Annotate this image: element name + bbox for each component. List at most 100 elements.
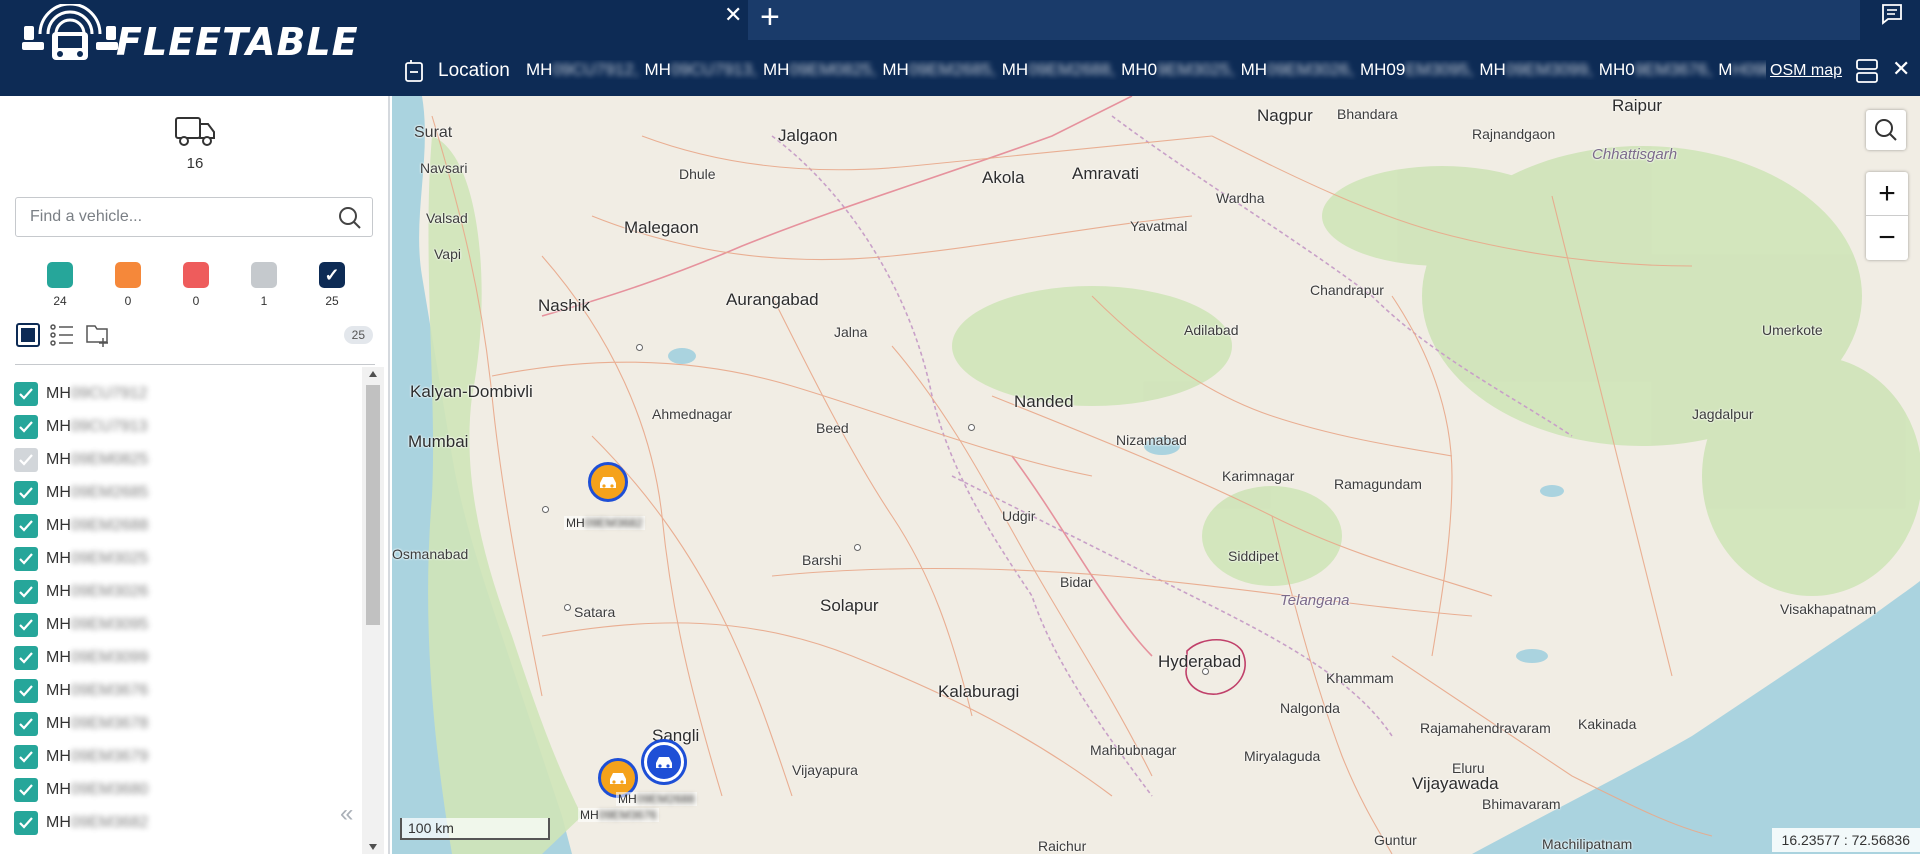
city-label: Visakhapatnam (1780, 601, 1877, 617)
status-filter-moving[interactable]: 24 (40, 262, 80, 308)
close-panel-icon[interactable]: ✕ (1892, 56, 1910, 82)
vehicle-checkbox[interactable] (14, 679, 38, 703)
status-filter-stopped[interactable]: 0 (176, 262, 216, 308)
layout-icon[interactable] (1855, 58, 1879, 84)
vehicle-tab[interactable]: MH09CU7912, (526, 60, 638, 80)
city-dot (968, 424, 975, 431)
add-tab-button[interactable]: + (760, 0, 780, 37)
marker-label-prefix: MH (618, 792, 637, 806)
vehicle-list-item[interactable]: MH09EM3099 (14, 644, 148, 672)
vehicle-tab-suffix: 09EM2688, (1028, 60, 1116, 79)
vehicle-marker-label: MH09EM3676 (578, 808, 659, 822)
vehicle-checkbox[interactable] (14, 712, 38, 736)
city-label: Malegaon (624, 218, 699, 237)
vehicle-list-item[interactable]: MH09EM3095 (14, 611, 148, 639)
vehicle-tab[interactable]: MH09EM3026, (1241, 60, 1354, 80)
scroll-up-icon[interactable] (369, 371, 377, 377)
search-icon[interactable] (338, 206, 362, 230)
vehicle-checkbox[interactable] (14, 646, 38, 670)
vehicle-list-item[interactable]: MH09EM3679 (14, 743, 148, 771)
vehicle-tab[interactable]: MH09EM2685, (882, 60, 995, 80)
checkmark-icon (19, 520, 33, 532)
vehicle-list-item[interactable]: MH09EM3026 (14, 578, 148, 606)
vehicle-checkbox[interactable] (14, 613, 38, 637)
vehicle-tab[interactable]: MH09EM3676, (1599, 60, 1712, 80)
scroll-thumb[interactable] (366, 385, 380, 625)
checkmark-icon (19, 421, 33, 433)
logo-text: FLEETABLE (116, 20, 359, 64)
vehicle-name-prefix: MH (46, 517, 71, 534)
vehicle-marker[interactable] (588, 462, 628, 502)
vehicle-tab[interactable]: MH09EM (1718, 60, 1766, 80)
city-label: Dhule (679, 166, 716, 182)
vehicle-tab[interactable]: MH09EM2688, (1002, 60, 1115, 80)
vehicle-list-item[interactable]: MH09EM3682 (14, 809, 148, 837)
location-icon (405, 60, 423, 82)
vehicle-tab[interactable]: MH09EM3095, (1360, 60, 1473, 80)
city-label: Nalgonda (1280, 700, 1340, 716)
vehicle-list-item[interactable]: MH09EM0825 (14, 446, 148, 474)
vehicle-list-item[interactable]: MH09CU7912 (14, 380, 147, 408)
vehicle-total: 16 (0, 114, 390, 172)
vehicle-tab[interactable]: MH09EM3025, (1121, 60, 1234, 80)
status-filters: 24 0 0 1 ✓ 25 (0, 262, 390, 312)
vehicle-checkbox[interactable] (14, 448, 38, 472)
vehicle-checkbox[interactable] (14, 481, 38, 505)
search-input[interactable] (16, 198, 316, 236)
city-label: Kalaburagi (938, 682, 1020, 701)
vehicle-name-suffix: 09CU7912 (70, 385, 148, 402)
vehicle-list-item[interactable]: MH09CU7913 (14, 413, 147, 441)
vehicle-list-scrollbar[interactable] (362, 367, 384, 854)
list-view-icon[interactable] (49, 322, 75, 348)
city-label: Raipur (1612, 96, 1663, 115)
collapse-sidebar-icon[interactable]: « (340, 800, 353, 828)
vehicle-checkbox[interactable] (14, 547, 38, 571)
vehicle-checkbox[interactable] (14, 415, 38, 439)
vehicle-checkbox[interactable] (14, 745, 38, 769)
vehicle-list-item[interactable]: MH09EM2685 (14, 479, 148, 507)
vehicle-list-item[interactable]: MH09EM2688 (14, 512, 148, 540)
vehicle-list-item[interactable]: MH09EM3678 (14, 710, 148, 738)
checkmark-icon (19, 784, 33, 796)
city-label: Akola (982, 168, 1025, 187)
vehicle-checkbox[interactable] (14, 514, 38, 538)
vehicle-list-item[interactable]: MH09EM3025 (14, 545, 148, 573)
city-label: Solapur (820, 596, 879, 615)
vehicle-checkbox[interactable] (14, 382, 38, 406)
map-search-button[interactable] (1866, 110, 1906, 150)
chat-icon[interactable] (1880, 2, 1904, 26)
zoom-out-button[interactable]: − (1866, 216, 1908, 260)
vehicle-checkbox[interactable] (14, 778, 38, 802)
vehicle-tab-prefix: MH (1240, 60, 1268, 79)
status-filter-idle[interactable]: 0 (108, 262, 148, 308)
status-filter-all[interactable]: ✓ 25 (312, 262, 352, 308)
map-view[interactable]: Surat Navsari Valsad Vapi Nashik Kalyan-… (392, 96, 1920, 854)
city-label: Siddipet (1228, 548, 1279, 564)
vehicle-name-suffix: 09EM3678 (70, 715, 149, 732)
zoom-in-button[interactable]: + (1866, 172, 1908, 216)
vehicle-list-item[interactable]: MH09EM3676 (14, 677, 148, 705)
vehicle-checkbox[interactable] (14, 580, 38, 604)
scroll-down-icon[interactable] (369, 844, 377, 850)
status-filter-count: 0 (192, 294, 200, 308)
status-filter-count: 0 (124, 294, 132, 308)
city-label: Bhandara (1337, 106, 1398, 122)
select-all-icon[interactable] (15, 322, 41, 348)
city-label: Mumbai (408, 432, 469, 451)
map-source-link[interactable]: OSM map (1770, 62, 1842, 80)
city-dot (636, 344, 643, 351)
city-label: Hyderabad (1158, 652, 1242, 671)
checkmark-icon (19, 718, 33, 730)
close-tab-icon[interactable]: ✕ (724, 2, 742, 28)
location-tab[interactable]: Location (404, 56, 530, 86)
vehicle-tab[interactable]: MH09CU7913, (644, 60, 756, 80)
vehicle-marker[interactable] (644, 742, 684, 782)
vehicle-tab[interactable]: MH09EM0825, (763, 60, 876, 80)
status-filter-offline[interactable]: 1 (244, 262, 284, 308)
vehicle-list-item[interactable]: MH09EM3680 (14, 776, 148, 804)
checkmark-icon (19, 751, 33, 763)
vehicle-tab[interactable]: MH09EM3099, (1479, 60, 1592, 80)
list-tools: 25 (15, 322, 375, 352)
vehicle-checkbox[interactable] (14, 811, 38, 835)
add-group-icon[interactable] (85, 322, 111, 348)
